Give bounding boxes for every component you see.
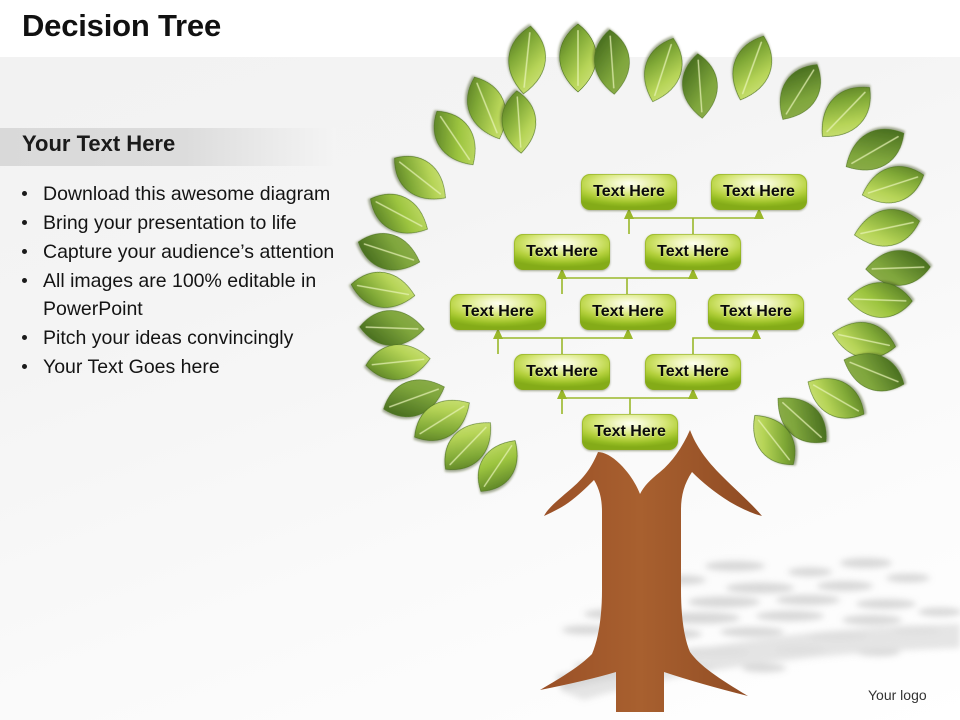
tree-node-n2[interactable]: Text Here bbox=[711, 174, 807, 210]
tree-node-n10[interactable]: Text Here bbox=[582, 414, 678, 450]
leaf-icon bbox=[594, 29, 630, 95]
tree-node-n1[interactable]: Text Here bbox=[581, 174, 677, 210]
leaf-icon bbox=[865, 250, 931, 286]
tree-node-n7[interactable]: Text Here bbox=[708, 294, 804, 330]
leaf-icon bbox=[682, 53, 718, 119]
tree-node-n5[interactable]: Text Here bbox=[450, 294, 546, 330]
leaf-icon bbox=[732, 35, 772, 101]
tree-node-n6[interactable]: Text Here bbox=[580, 294, 676, 330]
leaf-icon bbox=[644, 37, 683, 103]
leaf-icon bbox=[365, 344, 431, 380]
decision-tree-graphic bbox=[350, 23, 960, 712]
leaf-icon bbox=[559, 23, 597, 93]
tree-node-n9[interactable]: Text Here bbox=[645, 354, 741, 390]
leaf-icon bbox=[847, 282, 913, 318]
leaf-icon bbox=[359, 310, 425, 346]
tree-node-n8[interactable]: Text Here bbox=[514, 354, 610, 390]
slide-canvas: Decision Tree Your Text Here Download th… bbox=[0, 0, 960, 720]
tree-node-n4[interactable]: Text Here bbox=[645, 234, 741, 270]
logo-placeholder: Your logo bbox=[868, 687, 927, 703]
leaf-icon bbox=[357, 233, 421, 271]
leaf-icon bbox=[780, 64, 821, 120]
leaf-icon bbox=[501, 90, 536, 154]
tree-trunk bbox=[540, 430, 762, 712]
leaf-icon bbox=[508, 25, 546, 95]
tree-node-n3[interactable]: Text Here bbox=[514, 234, 610, 270]
leaf-icon bbox=[854, 209, 920, 247]
leaf-icon bbox=[350, 271, 416, 308]
